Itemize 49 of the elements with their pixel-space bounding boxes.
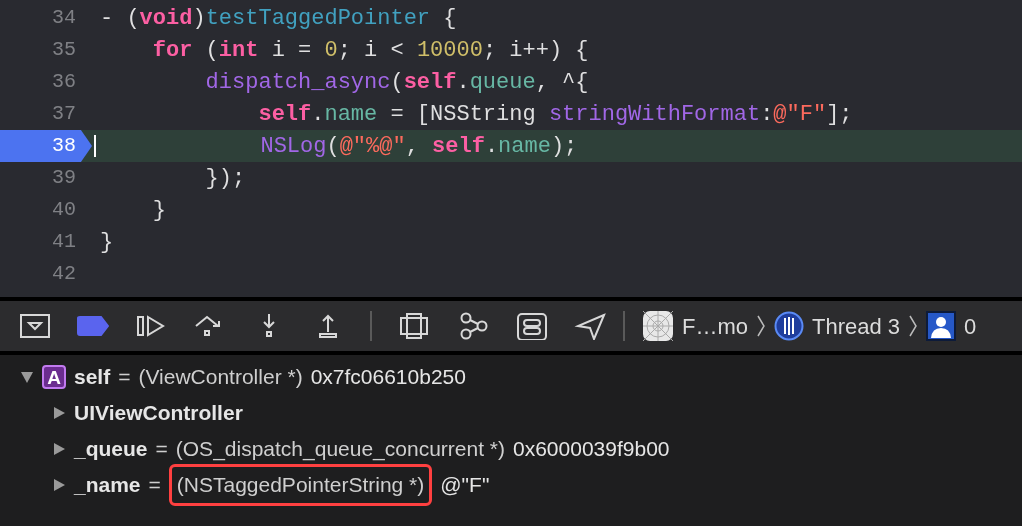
variable-name: _queue [74, 436, 148, 463]
location-icon[interactable] [574, 312, 608, 340]
code-line: }); [204, 164, 246, 193]
thread-icon [774, 311, 804, 341]
breakpoint-line-number[interactable]: 38 [0, 130, 92, 162]
line-number: 36 [51, 69, 76, 95]
person-icon [926, 311, 957, 341]
line-number: 42 [51, 261, 76, 287]
variable-name: UIViewController [74, 400, 243, 427]
chevron-icon [908, 314, 919, 338]
disclosure-triangle-icon[interactable] [20, 370, 34, 384]
code-line: NSLog(@"%@", self.name); [259, 132, 578, 161]
text-cursor [94, 135, 96, 157]
disclosure-triangle-icon[interactable] [52, 478, 66, 492]
code-line: - (void)testTaggedPointer { [99, 4, 457, 33]
breadcrumb-item[interactable]: Thread 3 [812, 309, 901, 343]
line-number: 41 [51, 229, 76, 255]
variable-value: 0x6000039f9b00 [513, 436, 670, 463]
code-line: for (int i = 0; i < 10000; i++) { [151, 36, 589, 65]
variable-type: (NSTaggedPointerString *) [168, 464, 433, 506]
line-number: 37 [51, 101, 76, 127]
view-hierarchy-icon[interactable] [397, 312, 431, 340]
breadcrumb-item[interactable]: 0 [964, 309, 977, 343]
hide-panel-icon[interactable] [18, 312, 52, 340]
code-line: self.name = [NSString stringWithFormat:@"F"]; [257, 100, 853, 129]
line-number: 35 [51, 37, 76, 63]
code-line: } [99, 228, 114, 257]
code-line: dispatch_async(self.queue, ^{ [204, 68, 589, 97]
disclosure-triangle-icon[interactable] [52, 406, 66, 420]
breakpoint-toggle-icon[interactable] [77, 316, 109, 336]
variable-type: (OS_dispatch_queue_concurrent *) [175, 436, 505, 463]
line-number: 40 [51, 197, 76, 223]
line-number: 39 [51, 165, 76, 191]
breadcrumb-item[interactable]: F…mo [682, 309, 748, 343]
line-number: 34 [51, 5, 76, 31]
variable-value: @"F" [440, 472, 490, 499]
disclosure-triangle-icon[interactable] [52, 442, 66, 456]
chevron-icon [756, 314, 766, 338]
variable-name: _name [74, 472, 141, 499]
environment-overrides-icon[interactable] [515, 312, 549, 340]
equals-sign: = [148, 472, 161, 499]
variable-type: (ViewController *) [138, 364, 303, 391]
equals-sign: = [118, 364, 131, 391]
variable-value: 0x7fc06610b250 [310, 364, 466, 391]
code-line: } [151, 196, 166, 225]
variable-kind-badge: A [42, 365, 66, 389]
variable-name: self [74, 364, 111, 391]
equals-sign: = [155, 436, 168, 463]
app-icon [642, 310, 674, 342]
